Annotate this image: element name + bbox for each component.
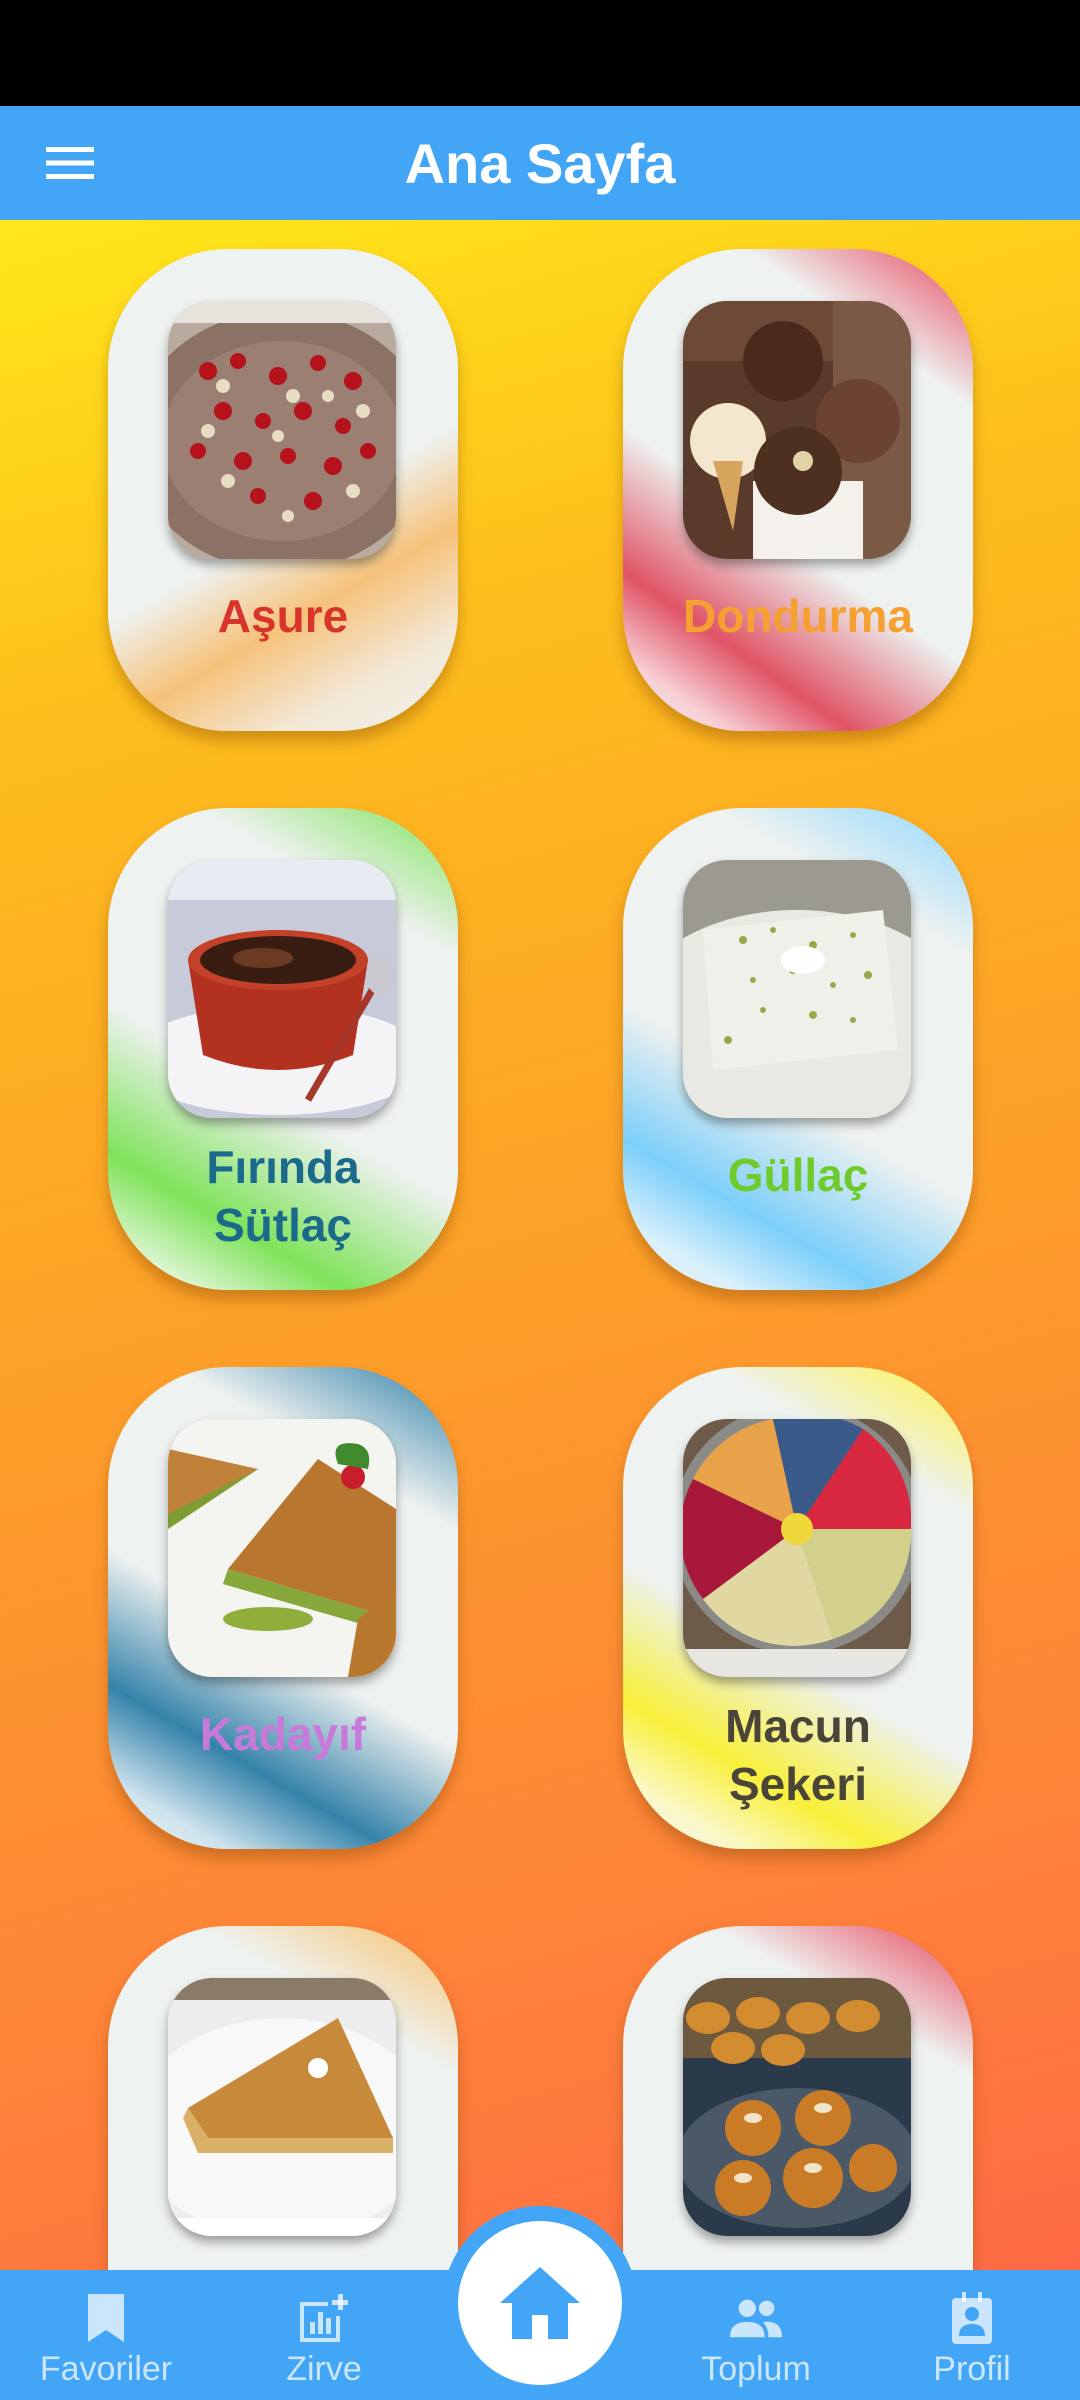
dessert-card-macun-sekeri[interactable]: Macun Şekeri bbox=[623, 1367, 973, 1849]
dessert-name: Aşure bbox=[217, 590, 349, 642]
dondurma-photo bbox=[683, 301, 911, 559]
menu-button[interactable] bbox=[40, 136, 100, 190]
firinda-sutlac-photo bbox=[168, 860, 396, 1118]
dessert-card-kadayif[interactable]: Kadayıf bbox=[108, 1367, 458, 1849]
asure-photo bbox=[168, 301, 396, 559]
menu-icon bbox=[46, 147, 94, 179]
dessert-name: Fırında Sütlaç bbox=[206, 1141, 360, 1251]
dessert-name: Macun Şekeri bbox=[725, 1700, 871, 1810]
nav-profil[interactable]: Profil bbox=[872, 2290, 1072, 2400]
nav-label: Profil bbox=[933, 2350, 1011, 2388]
macun-sekeri-photo bbox=[683, 1419, 911, 1677]
leaderboard-add-icon bbox=[296, 2290, 352, 2346]
kadayif-photo bbox=[168, 1419, 396, 1677]
people-icon bbox=[728, 2290, 784, 2346]
profile-badge-icon bbox=[944, 2290, 1000, 2346]
home-icon bbox=[500, 2267, 580, 2339]
dessert-card-firinda-sutlac[interactable]: Fırında Sütlaç bbox=[108, 808, 458, 1290]
status-bar bbox=[0, 0, 1080, 106]
app-bar: Ana Sayfa bbox=[0, 106, 1080, 220]
nav-label: Favoriler bbox=[39, 2350, 173, 2388]
dessert-name: Kadayıf bbox=[199, 1708, 367, 1760]
home-button[interactable] bbox=[458, 2221, 622, 2385]
dessert-name: Güllaç bbox=[727, 1149, 869, 1201]
bookmark-icon bbox=[78, 2290, 134, 2346]
nav-label: Toplum bbox=[701, 2350, 811, 2388]
gullac-photo bbox=[683, 860, 911, 1118]
nav-zirve[interactable]: Zirve bbox=[224, 2290, 424, 2400]
nav-favoriler[interactable]: Favoriler bbox=[6, 2290, 206, 2400]
dessert-card-7[interactable] bbox=[108, 1926, 458, 2270]
page-title: Ana Sayfa bbox=[404, 131, 676, 195]
dessert-photo-7 bbox=[168, 1978, 396, 2236]
dessert-card-dondurma[interactable]: Dondurma bbox=[623, 249, 973, 731]
dessert-name: Dondurma bbox=[683, 590, 913, 642]
dessert-card-asure[interactable]: Aşure bbox=[108, 249, 458, 731]
dessert-card-8[interactable] bbox=[623, 1926, 973, 2270]
dessert-card-gullac[interactable]: Güllaç bbox=[623, 808, 973, 1290]
dessert-photo-8 bbox=[683, 1978, 911, 2236]
dessert-grid: Aşure Dondurma Fırında Sütlaç Güllaç Kad… bbox=[0, 220, 1080, 2270]
nav-toplum[interactable]: Toplum bbox=[656, 2290, 856, 2400]
nav-label: Zirve bbox=[286, 2350, 362, 2388]
